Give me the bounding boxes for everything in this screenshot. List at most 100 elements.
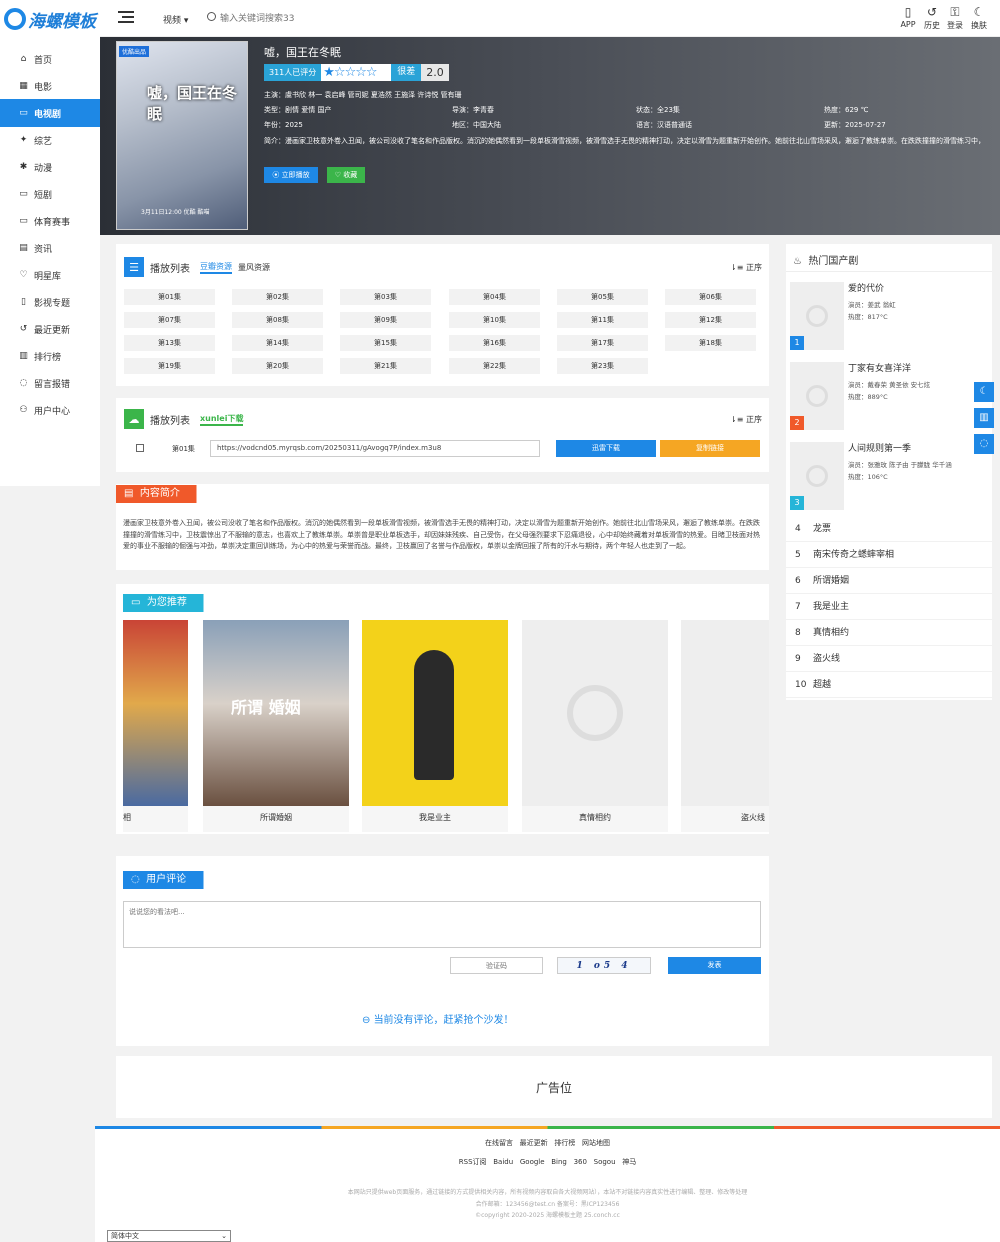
sidebar-item-ranking[interactable]: ▥ 排行榜: [0, 342, 105, 370]
hot-list-item[interactable]: 6 所谓婚姻: [786, 568, 992, 594]
recommend-ribbon: ▭ 为您推荐: [123, 594, 218, 612]
login-button[interactable]: ⚿ 登录: [943, 4, 967, 31]
footer-link[interactable]: RSS订阅: [459, 1158, 487, 1166]
feedback-button[interactable]: ◌: [974, 434, 994, 454]
menu-toggle-icon[interactable]: [118, 11, 134, 23]
hot-list-item[interactable]: 10 超越: [786, 672, 992, 698]
episode-button[interactable]: 第11集: [557, 312, 648, 328]
favorite-button[interactable]: ♡ 收藏: [327, 167, 365, 183]
footer-link[interactable]: Bing: [551, 1158, 567, 1166]
sidebar-item-anime[interactable]: ✱ 动漫: [0, 153, 105, 181]
tab-liangfeng[interactable]: 量风资源: [238, 262, 270, 273]
cloud-download-icon: ☁: [124, 409, 144, 429]
episode-button[interactable]: 第06集: [665, 289, 756, 305]
recommend-item[interactable]: 我是业主: [362, 620, 508, 832]
download-url-field[interactable]: https://vodcnd05.myrqsb.com/20250311/gAv…: [210, 440, 540, 457]
hot-list-item[interactable]: 7 我是业主: [786, 594, 992, 620]
copy-link-button[interactable]: 复制链接: [660, 440, 760, 457]
recommend-carousel: 蜉蝣宰相 所谓 婚姻所谓婚姻 我是业主 真情相约 盗火线: [123, 620, 769, 834]
episode-button[interactable]: 第07集: [124, 312, 215, 328]
captcha-image[interactable]: 1 o5 4: [557, 957, 651, 974]
skin-button[interactable]: ☾ 换肤: [967, 4, 991, 31]
episode-button[interactable]: 第03集: [340, 289, 431, 305]
app-button[interactable]: ▯ APP: [896, 4, 920, 29]
sidebar-item-news[interactable]: ▤ 资讯: [0, 234, 105, 262]
poster-image[interactable]: 优酷出品 嘘，国王在冬眠 3月11日12:00 优酷 酷喵: [116, 41, 248, 230]
tab-douban[interactable]: 豆瓣资源: [200, 261, 232, 274]
language-select[interactable]: 简体中文 ⌄: [107, 1230, 231, 1242]
episode-button[interactable]: 第01集: [124, 289, 215, 305]
submit-comment-button[interactable]: 发表: [668, 957, 761, 974]
sidebar-item-topics[interactable]: ▯ 影视专题: [0, 288, 105, 316]
site-logo[interactable]: 海螺模板: [0, 0, 100, 38]
episode-button[interactable]: 第08集: [232, 312, 323, 328]
sidebar-item-tv[interactable]: ▭ 电视剧: [0, 99, 105, 127]
sidebar-item-home[interactable]: ⌂ 首页: [0, 45, 105, 73]
recommend-item[interactable]: 蜉蝣宰相: [123, 620, 188, 832]
footer-link[interactable]: 最近更新: [520, 1139, 548, 1147]
hot-list-item[interactable]: 5 南宋传奇之蟋蟀宰相: [786, 542, 992, 568]
episode-button[interactable]: 第09集: [340, 312, 431, 328]
footer-link[interactable]: 神马: [622, 1158, 636, 1166]
footer-link[interactable]: 网站地图: [582, 1139, 610, 1147]
sidebar-item-stars[interactable]: ♡ 明星库: [0, 261, 105, 289]
book-button[interactable]: ▥: [974, 408, 994, 428]
minus-circle-icon: ⊖: [362, 1015, 374, 1026]
movie-poster: [123, 620, 188, 806]
hot-item[interactable]: 2 丁家有女喜洋洋 演员：戴春荣 黄圣依 安七炫 热度：889°C: [786, 356, 992, 436]
hot-list-item[interactable]: 4 龙票: [786, 516, 992, 542]
recommend-item[interactable]: 盗火线: [681, 620, 769, 832]
history-button[interactable]: ↺ 历史: [920, 4, 944, 31]
footer-link[interactable]: 排行榜: [554, 1139, 575, 1147]
monitor-icon: ▭: [131, 597, 144, 608]
tab-xunlei[interactable]: xunlei下载: [200, 413, 244, 426]
hot-item[interactable]: 1 爱的代价 演员：姜武 翁虹 热度：817°C: [786, 276, 992, 356]
footer-link[interactable]: Sogou: [594, 1158, 616, 1166]
sidebar-item-recent[interactable]: ↺ 最近更新: [0, 315, 105, 343]
hot-list-item[interactable]: 9 盗火线: [786, 646, 992, 672]
episode-button[interactable]: 第05集: [557, 289, 648, 305]
episode-button[interactable]: 第02集: [232, 289, 323, 305]
search-icon[interactable]: [207, 12, 216, 21]
sidebar-item-variety[interactable]: ✦ 综艺: [0, 126, 105, 154]
comment-textarea[interactable]: [123, 901, 761, 948]
episode-button[interactable]: 第19集: [124, 358, 215, 374]
footer-link[interactable]: Baidu: [493, 1158, 513, 1166]
recommend-item[interactable]: 真情相约: [522, 620, 668, 832]
footer-link[interactable]: 在线留言: [485, 1139, 513, 1147]
episode-button[interactable]: 第10集: [449, 312, 540, 328]
theme-toggle-button[interactable]: ☾: [974, 382, 994, 402]
episode-button[interactable]: 第22集: [449, 358, 540, 374]
nav-dropdown[interactable]: 视频 ▾: [163, 13, 188, 26]
footer-link[interactable]: Google: [520, 1158, 545, 1166]
search-input[interactable]: [220, 8, 420, 30]
episode-button[interactable]: 第17集: [557, 335, 648, 351]
episode-button[interactable]: 第16集: [449, 335, 540, 351]
download-sort-order[interactable]: ⇂≡ 正序: [730, 414, 762, 425]
rating-stars[interactable]: ★☆☆☆☆: [321, 64, 392, 81]
episode-button[interactable]: 第13集: [124, 335, 215, 351]
sidebar-item-sports[interactable]: ▭ 体育赛事: [0, 207, 105, 235]
sidebar-item-feedback[interactable]: ◌ 留言报错: [0, 369, 105, 397]
xunlei-download-button[interactable]: 迅雷下载: [556, 440, 656, 457]
hot-list-item[interactable]: 8 真情相约: [786, 620, 992, 646]
sidebar-item-movie[interactable]: ▦ 电影: [0, 72, 105, 100]
episode-button[interactable]: 第18集: [665, 335, 756, 351]
captcha-input[interactable]: [450, 957, 543, 974]
sidebar-item-user[interactable]: ⚇ 用户中心: [0, 396, 105, 424]
episode-button[interactable]: 第20集: [232, 358, 323, 374]
footer-link[interactable]: 360: [574, 1158, 587, 1166]
play-button[interactable]: ⦿ 立即播放: [264, 167, 318, 183]
episode-button[interactable]: 第23集: [557, 358, 648, 374]
sort-order[interactable]: ⇂≡ 正序: [730, 262, 762, 273]
episode-checkbox[interactable]: [136, 444, 144, 452]
hot-item[interactable]: 3 人间规则第一季 演员：张雅玫 陈子由 于朦胧 华千涵 热度：106°C: [786, 436, 992, 516]
episode-button[interactable]: 第21集: [340, 358, 431, 374]
sidebar-item-short[interactable]: ▭ 短剧: [0, 180, 105, 208]
episode-button[interactable]: 第15集: [340, 335, 431, 351]
rating-bar[interactable]: 311人已评分 ★☆☆☆☆ 很差 2.0: [264, 64, 449, 81]
episode-button[interactable]: 第14集: [232, 335, 323, 351]
episode-button[interactable]: 第04集: [449, 289, 540, 305]
episode-button[interactable]: 第12集: [665, 312, 756, 328]
recommend-item[interactable]: 所谓 婚姻 所谓婚姻: [203, 620, 349, 832]
